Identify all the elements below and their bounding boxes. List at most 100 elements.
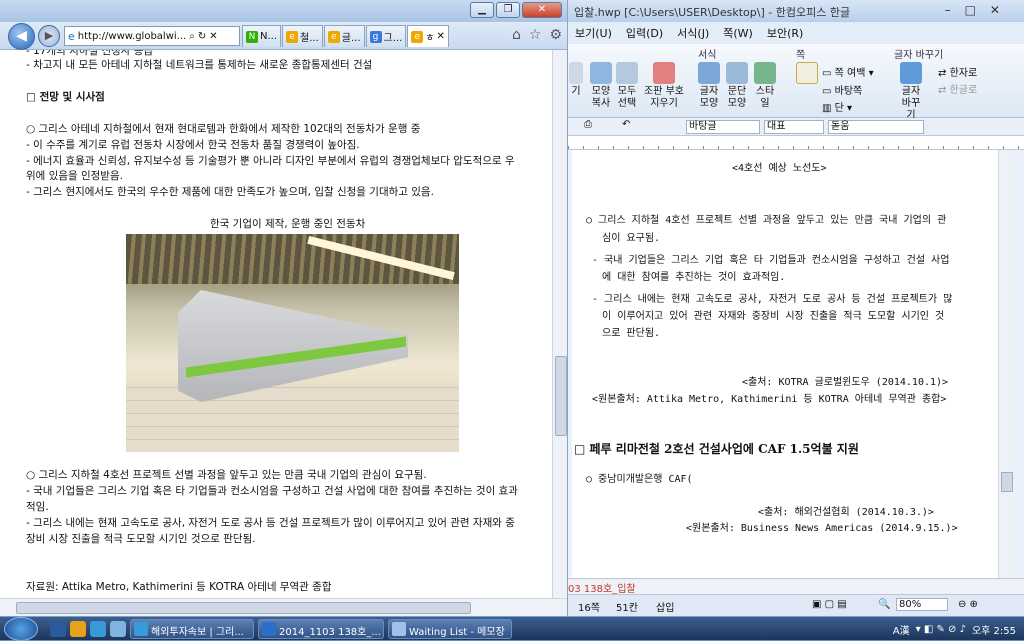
para-shape-button[interactable]: 문단 모양 bbox=[724, 62, 750, 110]
window-title: 입찰.hwp [C:\Users\USER\Desktop\] - 한컴오피스 … bbox=[574, 6, 851, 19]
minimize-button[interactable]: ▁ bbox=[470, 2, 494, 18]
hanja-button[interactable]: ⇄ 한자로 bbox=[938, 64, 977, 79]
gear-icon[interactable]: ⚙ bbox=[549, 27, 562, 43]
ie-icon[interactable] bbox=[90, 621, 106, 637]
page-icon bbox=[796, 62, 818, 84]
chrome-icon[interactable] bbox=[70, 621, 86, 637]
font-select[interactable]: 돋움 bbox=[828, 120, 924, 134]
task-hwp[interactable]: 2014_1103 138호_... bbox=[258, 619, 384, 639]
char-convert-button[interactable]: 글자 바꾸기 bbox=[898, 62, 924, 122]
hwp-titlebar: 입찰.hwp [C:\Users\USER\Desktop\] - 한컴오피스 … bbox=[568, 0, 1024, 22]
ie-navbar: ◀ ▶ e http://www.globalwi... ⌕ ↻ ✕ N N...… bbox=[0, 22, 567, 50]
column-button[interactable]: ▥ 단 ▾ bbox=[822, 99, 852, 114]
document-area[interactable]: <4호선 예상 노선도> ○ 그리스 지하철 4호선 프로젝트 선별 과정을 앞… bbox=[572, 150, 998, 578]
text-line: - 그리스 내에는 현재 고속도로 공사, 자전거 도로 공사 등 건설 프로젝… bbox=[26, 517, 515, 529]
maximize-button[interactable]: ❐ bbox=[496, 2, 520, 18]
cursor-icon bbox=[616, 62, 638, 84]
tab-active[interactable]: e ㅎ ✕ bbox=[407, 25, 449, 47]
document-tab[interactable]: 03 138호_입찰 bbox=[568, 580, 636, 595]
ruler[interactable] bbox=[568, 136, 1024, 150]
tab-3[interactable]: e 글... bbox=[323, 25, 365, 47]
text-line: ○ 그리스 지하철 4호선 프로젝트 선별 과정을 앞두고 있는 만큼 국내 기… bbox=[26, 469, 427, 481]
page-margin-button[interactable]: ▭ 쪽 여백 ▾ bbox=[822, 64, 874, 79]
eraser-icon bbox=[653, 62, 675, 84]
ime-indicator[interactable]: A漢 bbox=[893, 622, 910, 637]
close-tab-icon[interactable]: ✕ bbox=[436, 31, 444, 42]
text-line: - 에너지 효율과 신뢰성, 유지보수성 등 기술평가 뿐 아니라 디자인 부분… bbox=[26, 155, 515, 167]
horizontal-scrollbar[interactable] bbox=[0, 598, 567, 616]
scroll-thumb[interactable] bbox=[1001, 472, 1013, 492]
insert-mode[interactable]: 삽입 bbox=[656, 599, 674, 614]
notepad-icon bbox=[392, 622, 406, 636]
view-mode-icons[interactable]: ▣ ▢ ▤ bbox=[812, 599, 847, 610]
style-icon bbox=[754, 62, 776, 84]
page-layout-button[interactable] bbox=[794, 62, 820, 86]
text-line: ○ 그리스 아테네 지하철에서 현재 현대로템과 한화에서 제작한 102대의 … bbox=[26, 123, 421, 135]
style-button[interactable]: 스타일 bbox=[752, 62, 778, 110]
undo-icon[interactable]: ↶ bbox=[622, 119, 630, 130]
menu-view[interactable]: 보기(U) bbox=[568, 25, 619, 41]
style-select[interactable]: 바탕글 bbox=[686, 120, 760, 134]
clear-codes-button[interactable]: 조판 부호 지우기 bbox=[644, 62, 684, 110]
text-line: - 17개의 지하철 신청사 증급 bbox=[26, 50, 154, 57]
tab-naver[interactable]: N N... bbox=[242, 25, 282, 47]
outlook-icon[interactable] bbox=[110, 621, 126, 637]
master-page-button[interactable]: ▭ 바탕쪽 bbox=[822, 82, 862, 97]
tab-google[interactable]: g 그... bbox=[365, 25, 407, 47]
copy-shape-button[interactable]: 모양 복사 bbox=[588, 62, 614, 110]
hangul-button[interactable]: ⇄ 한글로 bbox=[938, 81, 977, 96]
text-line: - 이 수주를 계기로 유럽 전동차 시장에서 한국 전동차 품질 경쟁력이 높… bbox=[26, 139, 360, 151]
source-line: <출처: KOTRA 글로벌윈도우 (2014.10.1)> bbox=[742, 377, 949, 388]
stop-icon[interactable]: ✕ bbox=[209, 31, 217, 42]
task-label: 2014_1103 138호_... bbox=[279, 627, 381, 638]
menu-insert[interactable]: 입력(D) bbox=[619, 25, 670, 41]
brush-icon bbox=[590, 62, 612, 84]
print-icon[interactable]: ⎙ bbox=[584, 119, 592, 130]
group-label: 글자 바꾸기 bbox=[894, 50, 944, 61]
start-button[interactable] bbox=[4, 617, 38, 641]
zoom-controls[interactable]: ⊖ ⊕ bbox=[958, 599, 978, 610]
window-controls[interactable]: –□✕ bbox=[945, 3, 1014, 17]
scroll-thumb[interactable] bbox=[16, 602, 471, 614]
doc-line: 이 이루어지고 있어 관련 자재와 중장비 시장 진출을 적극 도모할 시기인 … bbox=[602, 311, 945, 322]
lang-select[interactable]: 대표 bbox=[764, 120, 824, 134]
scroll-thumb[interactable] bbox=[555, 356, 567, 436]
button-label: 한자로 bbox=[949, 68, 978, 79]
favorites-icon[interactable]: ☆ bbox=[529, 27, 542, 43]
forward-button[interactable]: ▶ bbox=[38, 25, 60, 47]
task-ie[interactable]: 해외투자속보 | 그리... bbox=[130, 619, 254, 639]
clock[interactable]: 오후 2:55 bbox=[972, 622, 1016, 637]
menu-security[interactable]: 보안(R) bbox=[760, 25, 810, 41]
home-icon[interactable]: ⌂ bbox=[512, 27, 521, 43]
back-button[interactable]: ◀ bbox=[8, 23, 35, 50]
tab-label: 글... bbox=[341, 33, 361, 44]
char-shape-button[interactable]: 글자 모양 bbox=[696, 62, 722, 110]
zoom-select[interactable]: 80% bbox=[896, 598, 948, 611]
task-notepad[interactable]: Waiting List - 메모장 bbox=[388, 619, 512, 639]
zoom-icon[interactable]: 🔍 bbox=[878, 599, 890, 610]
vertical-scrollbar[interactable] bbox=[552, 50, 567, 598]
select-all-button[interactable]: 모두 선택 bbox=[614, 62, 640, 110]
section-heading: □ 전망 및 시사점 bbox=[26, 91, 105, 103]
show-desktop-icon[interactable] bbox=[50, 621, 66, 637]
text-line: - 국내 기업들은 그리스 기업 혹은 타 기업들과 컨소시엄을 구성하고 건설… bbox=[26, 485, 518, 497]
menu-page[interactable]: 쪽(W) bbox=[716, 25, 760, 41]
refresh-icon[interactable]: ↻ bbox=[198, 31, 206, 42]
char-convert-icon bbox=[900, 62, 922, 84]
menu-format[interactable]: 서식(J) bbox=[670, 25, 716, 41]
button-label: 조판 부호 지우기 bbox=[644, 86, 684, 109]
close-button[interactable]: ✕ bbox=[522, 2, 562, 18]
subway-train-photo bbox=[126, 234, 459, 452]
source-line: <원본출처: Attika Metro, Kathimerini 등 KOTRA… bbox=[592, 394, 947, 405]
cut-button[interactable]: 기 bbox=[568, 62, 584, 98]
vertical-scrollbar[interactable] bbox=[998, 150, 1014, 578]
source-line: <출처: 해외건설협회 (2014.10.3.)> bbox=[758, 507, 934, 518]
ie-page-icon: e bbox=[286, 30, 299, 43]
tab-2[interactable]: e 철... bbox=[282, 25, 323, 47]
button-label: 글자 바꾸기 bbox=[901, 86, 921, 121]
address-bar[interactable]: e http://www.globalwi... ⌕ ↻ ✕ bbox=[64, 26, 240, 46]
ie-window: ▁ ❐ ✕ ◀ ▶ e http://www.globalwi... ⌕ ↻ ✕… bbox=[0, 0, 568, 616]
tab-label: 철... bbox=[300, 33, 319, 44]
search-icon[interactable]: ⌕ bbox=[189, 31, 195, 42]
tray-icons[interactable]: ▾ ◧ ✎ ⊘ ♪ bbox=[916, 624, 966, 635]
